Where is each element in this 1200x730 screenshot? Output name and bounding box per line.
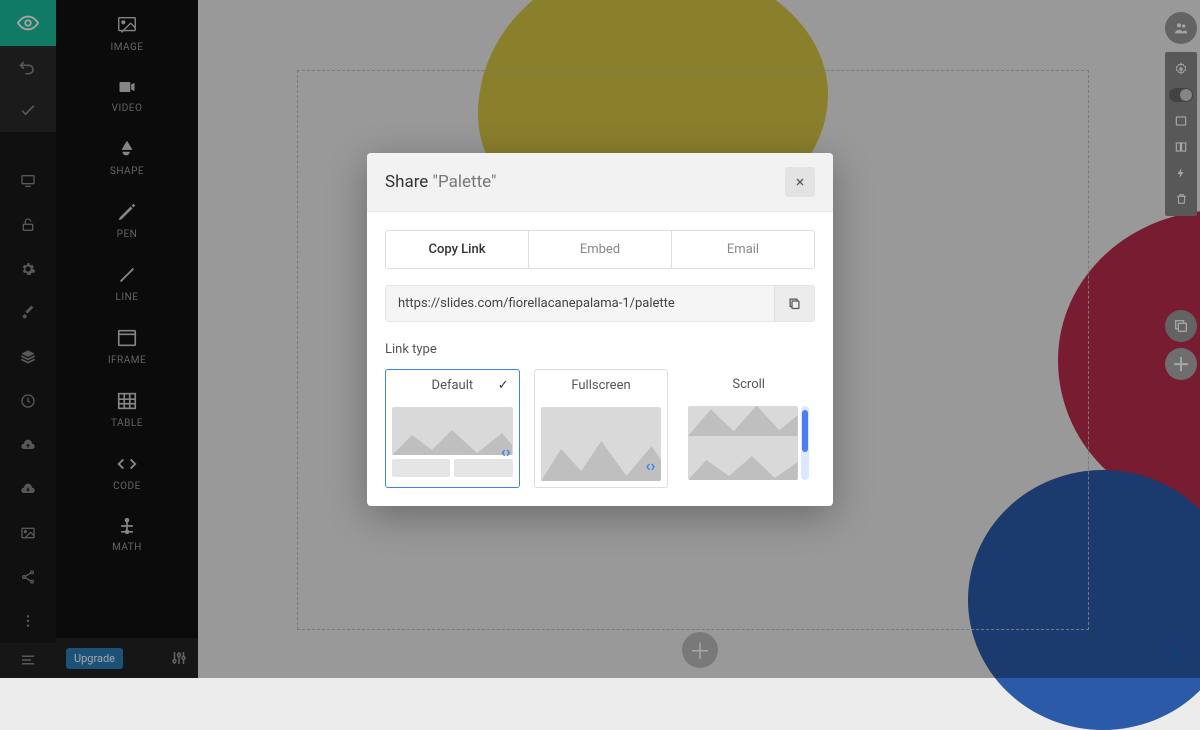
link-type-label-text: Scroll [732, 377, 765, 392]
url-row [385, 285, 815, 322]
link-type-head: Default ✓ [386, 370, 519, 401]
link-type-label: Link type [385, 342, 815, 357]
link-type-default[interactable]: Default ✓ ‹ › [385, 369, 520, 488]
link-type-fullscreen[interactable]: Fullscreen ‹ › [534, 369, 669, 488]
share-url-input[interactable] [386, 286, 774, 321]
tab-copy-link[interactable]: Copy Link [386, 231, 529, 268]
link-type-label-text: Default [432, 378, 474, 393]
link-type-head: Scroll [682, 369, 815, 400]
link-type-head: Fullscreen [535, 370, 668, 401]
modal-header: Share "Palette" [367, 153, 833, 212]
link-type-preview [682, 400, 815, 486]
modal-title: Share "Palette" [385, 172, 497, 192]
tab-embed[interactable]: Embed [529, 231, 672, 268]
link-type-scroll[interactable]: Scroll [682, 369, 815, 488]
copy-icon [787, 296, 802, 311]
link-type-preview: ‹ › [535, 401, 668, 487]
check-icon: ✓ [498, 378, 509, 393]
tab-email[interactable]: Email [672, 231, 814, 268]
share-modal: Share "Palette" Copy Link Embed Email Li… [367, 153, 833, 506]
share-tabs: Copy Link Embed Email [385, 230, 815, 269]
copy-url-button[interactable] [774, 286, 814, 321]
modal-title-prefix: Share [385, 172, 428, 192]
modal-body: Copy Link Embed Email Link type Default … [367, 212, 833, 506]
modal-title-quoted: "Palette" [433, 172, 497, 192]
close-button[interactable] [785, 167, 815, 197]
link-type-options: Default ✓ ‹ › Fullscreen [385, 369, 815, 488]
link-type-preview: ‹ › [386, 401, 519, 487]
link-type-label-text: Fullscreen [571, 378, 630, 393]
close-icon [794, 176, 806, 188]
